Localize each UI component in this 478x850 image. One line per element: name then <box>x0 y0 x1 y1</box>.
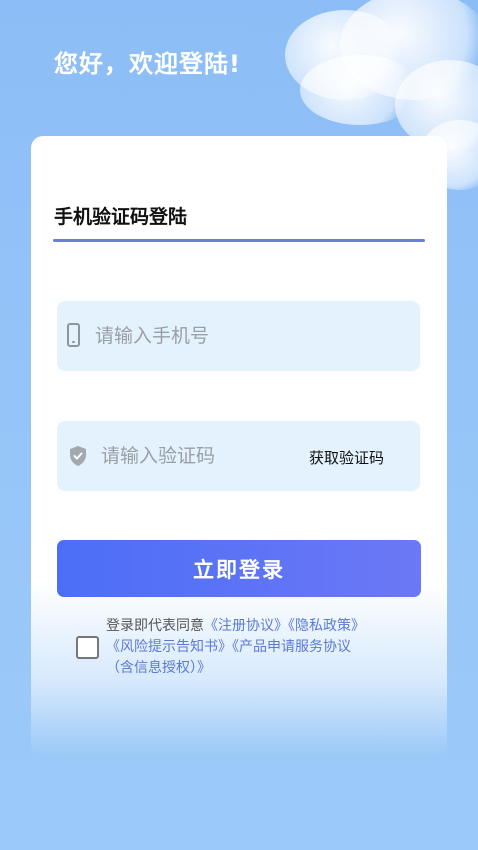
code-field[interactable]: 获取验证码 <box>57 421 420 491</box>
link-service-agreement[interactable]: 《产品申请服务协议 <box>232 639 351 655</box>
phone-input[interactable] <box>95 301 405 371</box>
phone-field[interactable] <box>57 301 420 371</box>
get-code-button[interactable]: 获取验证码 <box>309 447 384 468</box>
agreement-text: 登录即代表同意《注册协议》《隐私政策》《风险提示告知书》《产品申请服务协议 （含信… <box>106 616 416 679</box>
link-register-agreement[interactable]: 《注册协议》 <box>204 618 288 634</box>
link-privacy-policy[interactable]: 《隐私政策》 <box>288 618 365 634</box>
tab-sms-login[interactable]: 手机验证码登陆 <box>54 202 187 229</box>
tab-active-indicator <box>53 239 425 242</box>
agreement-checkbox[interactable] <box>76 636 99 659</box>
shield-icon <box>70 446 86 466</box>
welcome-heading: 您好，欢迎登陆! <box>54 50 241 78</box>
phone-icon <box>67 323 80 347</box>
link-service-agreement-tail[interactable]: （含信息授权）》 <box>106 660 211 676</box>
link-risk-notice[interactable]: 《风险提示告知书》 <box>106 639 232 655</box>
code-input[interactable] <box>101 421 301 491</box>
login-button[interactable]: 立即登录 <box>57 540 421 597</box>
agreement-prefix: 登录即代表同意 <box>106 618 204 634</box>
